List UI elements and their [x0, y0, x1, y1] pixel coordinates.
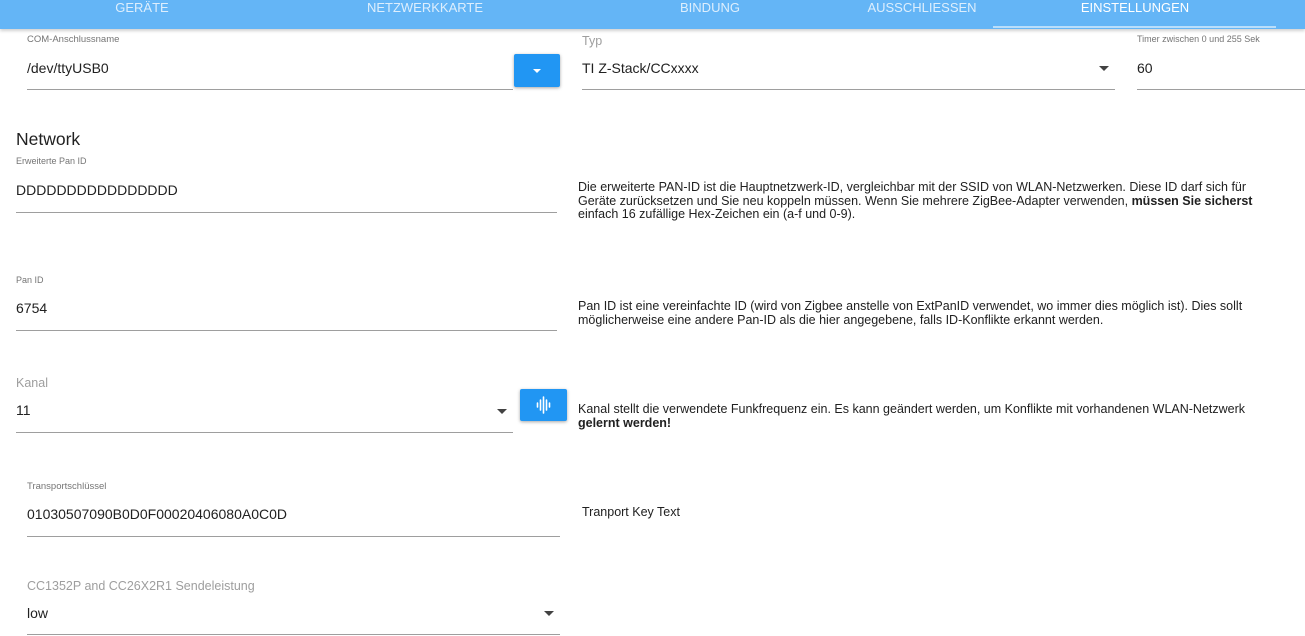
com-port-label: COM-Anschlussname — [27, 34, 120, 45]
transport-key-description: Tranport Key Text — [582, 505, 680, 519]
tab-binding[interactable]: Bindung — [628, 0, 792, 29]
chevron-down-icon[interactable] — [1099, 66, 1109, 71]
channel-scan-button[interactable] — [520, 389, 567, 421]
ext-pan-id-desc-line3: einfach 16 zufällige Hex-Zeichen ein (a-… — [578, 207, 856, 221]
ext-pan-id-input[interactable]: DDDDDDDDDDDDDDDD — [16, 182, 556, 206]
ext-pan-id-label: Erweiterte Pan ID — [16, 156, 87, 166]
tab-devices[interactable]: Geräte — [60, 0, 224, 29]
timer-label: Timer zwischen 0 und 255 Sek — [1137, 34, 1260, 44]
com-port-input[interactable]: /dev/ttyUSB0 — [27, 60, 511, 84]
transport-key-label: Transportschlüssel — [27, 481, 107, 492]
chevron-down-icon[interactable] — [497, 409, 507, 414]
ext-pan-id-underline — [16, 212, 557, 213]
pan-id-input[interactable]: 6754 — [16, 300, 556, 324]
channel-select[interactable]: 11 — [16, 402, 491, 426]
ext-pan-id-desc-line2: Geräte zurücksetzen und Sie neu koppeln … — [578, 193, 1305, 209]
pan-id-label: Pan ID — [16, 275, 44, 285]
tx-power-underline — [27, 634, 560, 635]
timer-input[interactable]: 60 — [1137, 60, 1297, 84]
tx-power-label: CC1352P and CC26X2R1 Sendeleistung — [27, 579, 255, 593]
channel-desc-line2-bold: gelernt werden! — [578, 415, 672, 430]
channel-underline — [16, 432, 513, 433]
pan-id-description: Pan ID ist eine vereinfachte ID (wird vo… — [578, 300, 1305, 327]
channel-desc-line2: gelernt werden! — [578, 415, 1305, 431]
ext-pan-id-desc-line2-bold: müssen Sie sicherst — [1131, 193, 1253, 208]
channel-description: Kanal stellt die verwendete Funkfrequenz… — [578, 403, 1305, 430]
chevron-down-icon[interactable] — [544, 611, 554, 616]
pan-id-underline — [16, 330, 557, 331]
ext-pan-id-description: Die erweiterte PAN-ID ist die Hauptnetzw… — [578, 181, 1305, 222]
adapter-type-label: Typ — [582, 34, 603, 48]
ext-pan-id-desc-line2-text: Geräte zurücksetzen und Sie neu koppeln … — [578, 193, 1132, 208]
tab-bar: Geräte Netzwerkkarte Bindung Ausschließe… — [0, 0, 1305, 29]
channel-label: Kanal — [16, 376, 48, 390]
tab-network-map[interactable]: Netzwerkkarte — [343, 0, 507, 29]
adapter-type-select[interactable]: TI Z-Stack/CCxxxx — [582, 60, 1092, 84]
network-heading: Network — [16, 129, 81, 149]
pan-id-desc-line1: Pan ID ist eine vereinfachte ID (wird vo… — [578, 300, 1243, 313]
waveform-icon — [536, 396, 551, 414]
tab-exclude[interactable]: Ausschließen — [840, 0, 1004, 29]
active-tab-indicator — [993, 26, 1276, 28]
channel-desc-line1: Kanal stellt die verwendete Funkfrequenz… — [578, 403, 1246, 416]
com-port-underline — [27, 89, 513, 90]
pan-id-desc-line2: möglicherweise eine andere Pan-ID als di… — [578, 312, 1104, 327]
transport-key-input[interactable]: 01030507090B0D0F00020406080A0C0D — [27, 506, 557, 530]
tx-power-select[interactable]: low — [27, 605, 537, 627]
adapter-type-underline — [582, 89, 1115, 90]
transport-key-underline — [27, 536, 560, 537]
ext-pan-id-desc-line1: Die erweiterte PAN-ID ist die Hauptnetzw… — [578, 181, 1247, 194]
tab-settings[interactable]: Einstellungen — [1053, 0, 1217, 29]
chevron-down-icon — [533, 69, 541, 73]
com-port-dropdown-button[interactable] — [514, 54, 560, 87]
timer-underline — [1137, 89, 1305, 90]
